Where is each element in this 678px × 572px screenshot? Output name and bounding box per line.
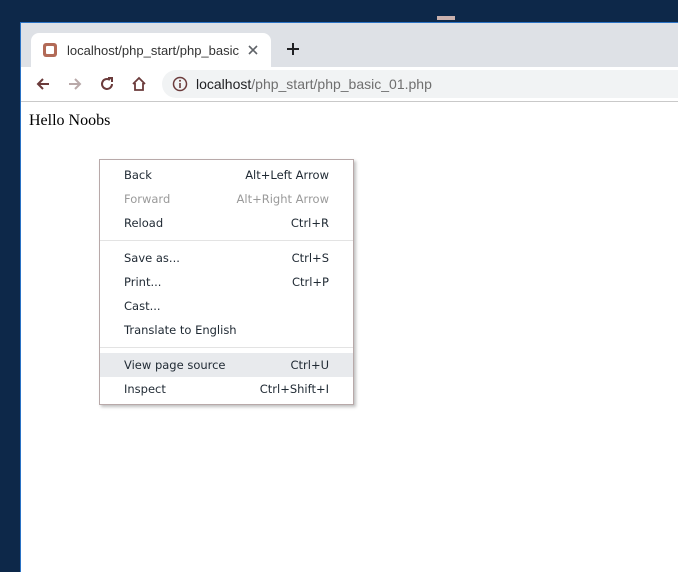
menu-item-cast[interactable]: Cast...	[100, 294, 353, 318]
url-path: /php_start/php_basic_01.php	[251, 76, 432, 92]
menu-item-shortcut: Ctrl+U	[290, 358, 329, 372]
context-menu: Back Alt+Left Arrow Forward Alt+Right Ar…	[99, 159, 354, 405]
menu-item-label: Back	[124, 168, 152, 182]
menu-item-shortcut: Ctrl+Shift+I	[259, 382, 329, 396]
close-icon[interactable]	[245, 42, 261, 58]
menu-item-label: Forward	[124, 192, 171, 206]
menu-item-shortcut: Alt+Right Arrow	[236, 192, 329, 206]
plus-icon[interactable]	[283, 39, 303, 59]
menu-separator	[100, 347, 353, 348]
menu-item-print[interactable]: Print... Ctrl+P	[100, 270, 353, 294]
desktop-background	[0, 0, 678, 22]
menu-item-shortcut: Alt+Left Arrow	[245, 168, 329, 182]
desktop-artifact	[437, 16, 455, 20]
menu-item-shortcut: Ctrl+P	[291, 275, 329, 289]
arrow-right-icon[interactable]	[65, 74, 85, 94]
home-icon[interactable]	[129, 74, 149, 94]
menu-item-reload[interactable]: Reload Ctrl+R	[100, 211, 353, 235]
menu-item-shortcut: Ctrl+S	[291, 251, 329, 265]
menu-item-translate[interactable]: Translate to English	[100, 318, 353, 342]
menu-item-save-as[interactable]: Save as... Ctrl+S	[100, 246, 353, 270]
info-icon[interactable]	[172, 76, 188, 92]
tab-title: localhost/php_start/php_basic_01	[67, 42, 240, 58]
wamp-favicon-icon	[43, 43, 57, 57]
url-host: localhost	[196, 76, 252, 92]
reload-icon[interactable]	[97, 74, 117, 94]
menu-item-view-page-source[interactable]: View page source Ctrl+U	[100, 353, 353, 377]
tab-php-basic[interactable]: localhost/php_start/php_basic_01	[31, 33, 271, 67]
menu-item-label: Reload	[124, 216, 164, 230]
menu-item-label: Save as...	[124, 251, 180, 265]
menu-item-label: Print...	[124, 275, 162, 289]
menu-item-shortcut: Ctrl+R	[290, 216, 329, 230]
menu-item-label: Translate to English	[124, 323, 237, 337]
browser-toolbar: localhost/php_start/php_basic_01.php	[21, 67, 678, 102]
arrow-left-icon[interactable]	[33, 74, 53, 94]
menu-item-label: View page source	[124, 358, 226, 372]
menu-item-inspect[interactable]: Inspect Ctrl+Shift+I	[100, 377, 353, 401]
menu-item-label: Inspect	[124, 382, 166, 396]
page-text: Hello Noobs	[29, 112, 111, 129]
url-text: localhost/php_start/php_basic_01.php	[196, 76, 432, 92]
address-bar[interactable]: localhost/php_start/php_basic_01.php	[162, 70, 678, 98]
menu-item-forward: Forward Alt+Right Arrow	[100, 187, 353, 211]
tab-strip: localhost/php_start/php_basic_01	[21, 23, 678, 67]
menu-item-label: Cast...	[124, 299, 161, 313]
menu-separator	[100, 240, 353, 241]
menu-item-back[interactable]: Back Alt+Left Arrow	[100, 163, 353, 187]
